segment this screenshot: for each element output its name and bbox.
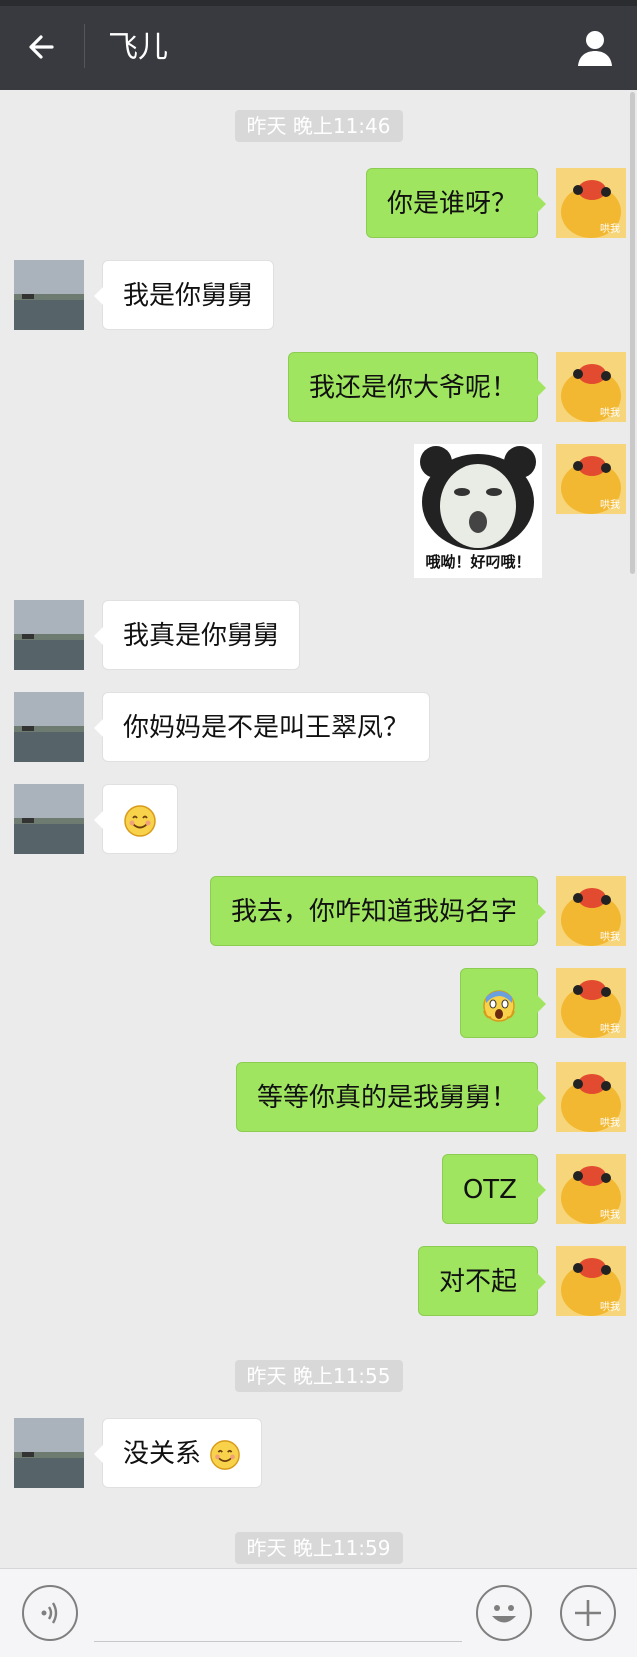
message-bubble[interactable]: 对不起 xyxy=(417,1246,547,1316)
back-button[interactable] xyxy=(22,26,66,70)
smiley-icon xyxy=(492,1605,516,1623)
avatar-watermark: 哄我 xyxy=(600,407,620,419)
message-bubble[interactable]: 没关系 xyxy=(93,1418,263,1488)
sticker-caption: 哦呦！好叼哦！ xyxy=(425,553,531,571)
avatar-watermark: 哄我 xyxy=(600,1117,620,1129)
avatar-watermark: 哄我 xyxy=(600,931,620,943)
plus-icon xyxy=(575,1600,601,1626)
message-bubble[interactable]: 我是你舅舅 xyxy=(93,260,275,330)
more-button[interactable] xyxy=(560,1585,616,1641)
message-text: 没关系 xyxy=(123,1439,202,1469)
message-bubble[interactable]: 我还是你大爷呢！ xyxy=(287,352,547,422)
message-bubble[interactable] xyxy=(460,968,546,1038)
screaming-face-icon xyxy=(483,989,515,1022)
voice-button[interactable] xyxy=(22,1585,78,1641)
message-bubble[interactable]: 我真是你舅舅 xyxy=(93,600,301,670)
arrow-left-icon xyxy=(29,35,54,59)
my-avatar[interactable]: 哄我 xyxy=(556,1246,626,1316)
contact-avatar[interactable] xyxy=(14,692,84,762)
smiling-face-icon xyxy=(210,1439,241,1470)
contact-avatar[interactable] xyxy=(14,784,84,854)
avatar-watermark: 哄我 xyxy=(600,223,620,235)
timestamp: 昨天 晚上11:46 xyxy=(234,110,403,142)
message-input[interactable] xyxy=(94,1641,462,1642)
avatar-watermark: 哄我 xyxy=(600,1301,620,1313)
message-bubble[interactable]: 等等你真的是我舅舅！ xyxy=(235,1062,547,1132)
message-bubble[interactable]: 你是谁呀？ xyxy=(365,168,547,238)
my-avatar[interactable]: 哄我 xyxy=(556,444,626,514)
avatar-watermark: 哄我 xyxy=(600,1209,620,1221)
my-avatar[interactable]: 哄我 xyxy=(556,352,626,422)
my-avatar[interactable]: 哄我 xyxy=(556,168,626,238)
chat-title: 飞儿 xyxy=(108,30,168,65)
my-avatar[interactable]: 哄我 xyxy=(556,1154,626,1224)
header-divider xyxy=(84,24,85,68)
top-bar: 飞儿 xyxy=(0,0,637,90)
contact-avatar[interactable] xyxy=(14,600,84,670)
person-icon xyxy=(578,31,612,66)
message-bubble[interactable]: 你妈妈是不是叫王翠凤？ xyxy=(93,692,431,762)
my-avatar[interactable]: 哄我 xyxy=(556,968,626,1038)
smiling-face-icon xyxy=(124,804,156,837)
message-bubble[interactable]: OTZ xyxy=(441,1154,547,1224)
scrollbar[interactable] xyxy=(630,92,635,574)
status-bar xyxy=(0,0,637,6)
timestamp: 昨天 晚上11:55 xyxy=(234,1360,403,1392)
input-bar xyxy=(0,1568,637,1657)
contact-avatar[interactable] xyxy=(14,260,84,330)
chat-profile-button[interactable] xyxy=(573,26,617,70)
my-avatar[interactable]: 哄我 xyxy=(556,1062,626,1132)
avatar-watermark: 哄我 xyxy=(600,1023,620,1035)
voice-icon xyxy=(41,1602,58,1624)
message-bubble[interactable]: 我去，你咋知道我妈名字 xyxy=(209,876,547,946)
panda-sticker[interactable]: 哦呦！好叼哦！ xyxy=(414,444,542,578)
message-bubble[interactable] xyxy=(94,784,178,854)
my-avatar[interactable]: 哄我 xyxy=(556,876,626,946)
timestamp: 昨天 晚上11:59 xyxy=(234,1532,403,1564)
emoji-button[interactable] xyxy=(476,1585,532,1641)
panda-face-icon xyxy=(420,446,536,550)
contact-avatar[interactable] xyxy=(14,1418,84,1488)
avatar-watermark: 哄我 xyxy=(600,499,620,511)
